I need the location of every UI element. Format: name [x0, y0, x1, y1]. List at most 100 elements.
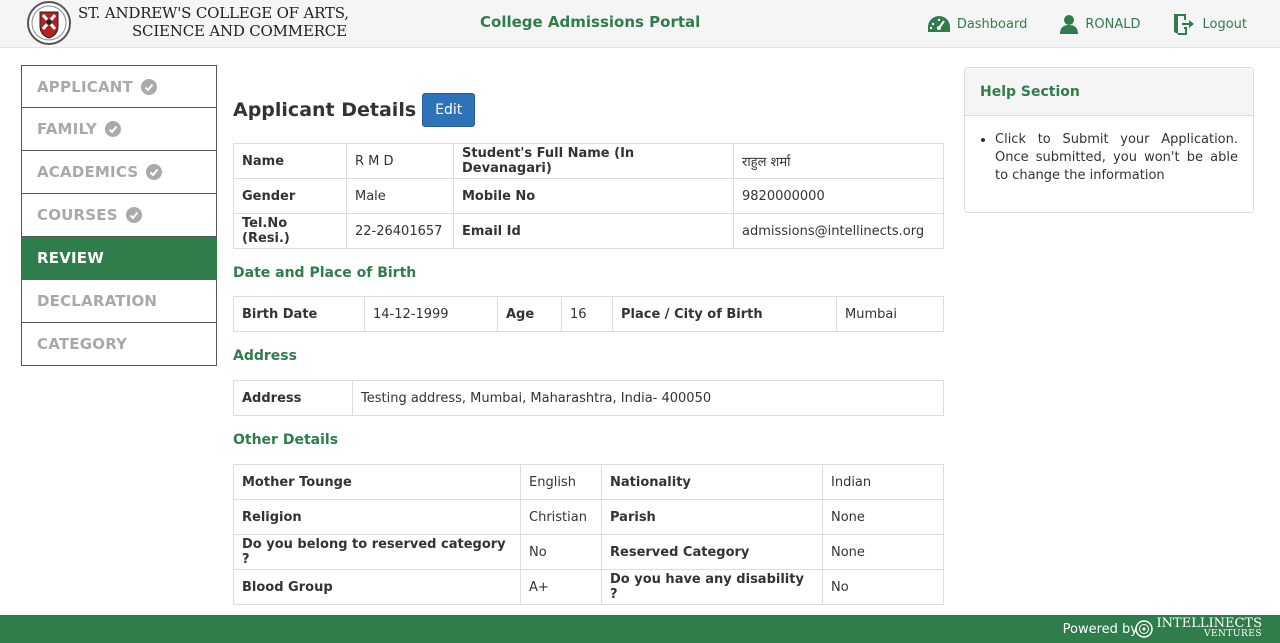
full-name-value: राहुल शर्मा: [733, 143, 944, 179]
check-circle-icon: [146, 164, 163, 180]
table-row: Tel.No (Resi.) 22-26401657 Email Id admi…: [233, 213, 944, 249]
address-table: Address Testing address, Mumbai, Maharas…: [233, 380, 944, 416]
table-row: Name R M D Student's Full Name (In Devan…: [233, 143, 944, 179]
sidebar-item-review[interactable]: REVIEW: [21, 237, 217, 280]
sidebar-item-label: ACADEMICS: [37, 163, 139, 181]
applicant-table: Name R M D Student's Full Name (In Devan…: [233, 143, 944, 249]
email-value: admissions@intellinects.org: [733, 213, 944, 249]
edit-button[interactable]: Edit: [422, 93, 476, 127]
table-row: Religion Christian Parish None: [233, 499, 944, 535]
tel-value: 22-26401657: [346, 213, 454, 249]
nav-logout[interactable]: Logout: [1172, 13, 1247, 35]
table-row: Blood Group A+ Do you have any disabilit…: [233, 569, 944, 605]
name-value: R M D: [346, 143, 454, 179]
sidebar-steps: APPLICANT FAMILY ACADEMICS COURSES REVIE…: [21, 65, 217, 366]
religion-value: Christian: [520, 499, 602, 535]
sidebar-item-label: REVIEW: [37, 249, 104, 267]
reserved-question-label: Do you belong to reserved category ?: [233, 534, 521, 570]
powered-by-text: Powered by: [1062, 622, 1138, 637]
sidebar-item-label: FAMILY: [37, 120, 97, 138]
place-value: Mumbai: [836, 296, 944, 332]
birth-date-value: 14-12-1999: [364, 296, 498, 332]
sidebar-item-courses[interactable]: COURSES: [21, 194, 217, 237]
full-name-label: Student's Full Name (In Devanagari): [453, 143, 734, 179]
religion-label: Religion: [233, 499, 521, 535]
table-row: Gender Male Mobile No 9820000000: [233, 178, 944, 214]
gender-value: Male: [346, 178, 454, 214]
check-circle-icon: [140, 78, 157, 95]
gender-label: Gender: [233, 178, 347, 214]
table-row: Birth Date 14-12-1999 Age 16 Place / Cit…: [233, 296, 944, 332]
nav-user[interactable]: RONALD: [1059, 14, 1140, 34]
other-details-table: Mother Tounge English Nationality Indian…: [233, 464, 944, 605]
college-name-line1: ST. ANDREW'S COLLEGE OF ARTS,: [78, 4, 349, 22]
sidebar-item-label: DECLARATION: [37, 292, 158, 310]
sidebar-item-academics[interactable]: ACADEMICS: [21, 151, 217, 194]
top-nav: Dashboard RONALD Logout: [927, 0, 1280, 48]
nav-user-label: RONALD: [1085, 16, 1141, 32]
other-section-title: Other Details: [233, 432, 339, 448]
sidebar-item-applicant[interactable]: APPLICANT: [21, 65, 217, 108]
age-value: 16: [561, 296, 613, 332]
applicant-header: Applicant Details Edit: [233, 90, 944, 130]
birth-date-label: Birth Date: [233, 296, 365, 332]
dashboard-icon: [927, 16, 950, 32]
help-panel: Help Section Click to Submit your Applic…: [964, 67, 1254, 213]
page-title: Applicant Details: [233, 99, 417, 121]
nationality-label: Nationality: [601, 464, 823, 500]
disability-label: Do you have any disability ?: [601, 569, 823, 605]
tel-label: Tel.No (Resi.): [233, 213, 347, 249]
help-title: Help Section: [965, 68, 1253, 116]
nav-dashboard[interactable]: Dashboard: [927, 14, 1028, 34]
college-name: ST. ANDREW'S COLLEGE OF ARTS, SCIENCE AN…: [78, 4, 349, 40]
blood-group-value: A+: [520, 569, 602, 605]
top-header: ST. ANDREW'S COLLEGE OF ARTS, SCIENCE AN…: [0, 0, 1280, 48]
sidebar-item-label: COURSES: [37, 206, 118, 224]
brand-name: INTELLINECTS VENTURES: [1157, 617, 1262, 640]
college-name-line2: SCIENCE AND COMMERCE: [131, 22, 347, 40]
nav-logout-label: Logout: [1202, 16, 1247, 32]
intellinects-logo-icon: [1134, 620, 1153, 638]
help-list: Click to Submit your Application. Once s…: [965, 116, 1253, 212]
sidebar-item-label: APPLICANT: [37, 77, 133, 96]
sidebar-item-label: CATEGORY: [37, 335, 128, 353]
college-logo[interactable]: ST. ANDREW'S COLLEGE OF ARTS, SCIENCE AN…: [26, 0, 349, 48]
place-label: Place / City of Birth: [612, 296, 837, 332]
table-row: Mother Tounge English Nationality Indian: [233, 464, 944, 500]
address-value: Testing address, Mumbai, Maharashtra, In…: [352, 380, 944, 416]
parish-value: None: [822, 499, 944, 535]
nationality-value: Indian: [822, 464, 944, 500]
mother-tongue-value: English: [520, 464, 602, 500]
nav-dashboard-label: Dashboard: [956, 16, 1028, 32]
check-circle-icon: [104, 121, 121, 137]
reserved-question-value: No: [520, 534, 602, 570]
address-section-title: Address: [233, 348, 297, 364]
sidebar-item-family[interactable]: FAMILY: [21, 108, 217, 151]
birth-section-title: Date and Place of Birth: [233, 264, 417, 281]
mother-tongue-label: Mother Tounge: [233, 464, 521, 500]
help-item: Click to Submit your Application. Once s…: [995, 131, 1238, 185]
address-label: Address: [233, 380, 353, 416]
reserved-category-value: None: [822, 534, 944, 570]
parish-label: Parish: [601, 499, 823, 535]
logout-icon: [1174, 14, 1195, 35]
blood-group-label: Blood Group: [233, 569, 521, 605]
name-label: Name: [233, 143, 347, 179]
reserved-category-label: Reserved Category: [601, 534, 823, 570]
mobile-value: 9820000000: [733, 178, 944, 214]
table-row: Do you belong to reserved category ? No …: [233, 534, 944, 570]
user-icon: [1060, 15, 1079, 34]
age-label: Age: [497, 296, 562, 332]
mobile-label: Mobile No: [453, 178, 734, 214]
birth-table: Birth Date 14-12-1999 Age 16 Place / Cit…: [233, 296, 944, 332]
email-label: Email Id: [453, 213, 734, 249]
sidebar-item-category[interactable]: CATEGORY: [21, 323, 217, 366]
sidebar-item-declaration[interactable]: DECLARATION: [21, 280, 217, 323]
check-circle-icon: [125, 207, 142, 223]
intellinects-logo[interactable]: INTELLINECTS VENTURES: [1134, 617, 1262, 640]
table-row: Address Testing address, Mumbai, Maharas…: [233, 380, 944, 416]
disability-value: No: [822, 569, 944, 605]
college-crest-icon: [27, 1, 71, 45]
portal-title: College Admissions Portal: [480, 13, 701, 31]
main-content: Applicant Details Edit Name R M D Studen…: [233, 90, 944, 605]
